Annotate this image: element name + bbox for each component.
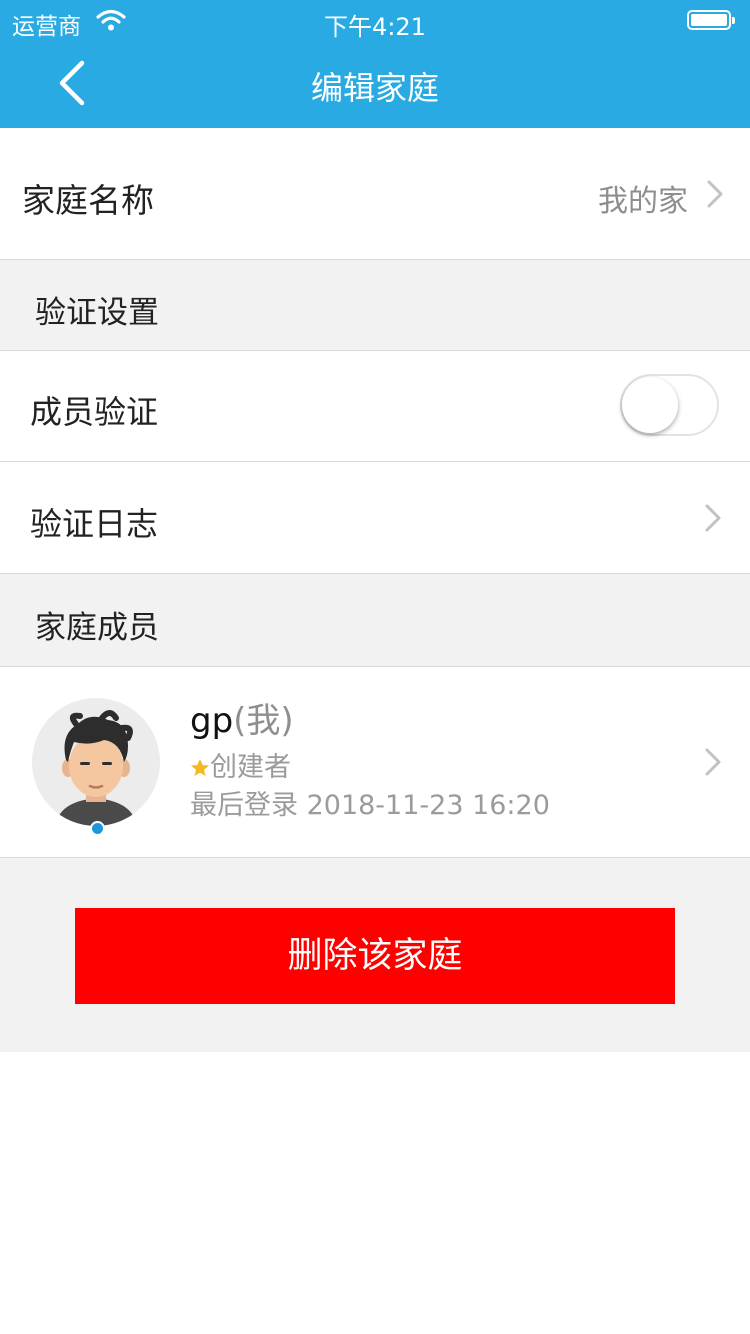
members-section-title: 家庭成员: [35, 610, 159, 646]
members-section-header: 家庭成员: [0, 574, 750, 667]
family-name-label: 家庭名称: [22, 181, 154, 220]
avatar-illustration: [56, 710, 136, 826]
star-icon: [191, 759, 209, 776]
nav-bar: 运营商 下午4:21 编辑家庭: [0, 0, 750, 128]
chevron-right-icon: [705, 748, 721, 776]
avatar: [32, 698, 160, 826]
member-name: gp(我): [190, 693, 294, 742]
status-bar: 运营商 下午4:21: [0, 0, 750, 41]
verify-log-row[interactable]: 验证日志: [0, 462, 750, 574]
chevron-right-icon: [705, 504, 721, 532]
chevron-right-icon: [707, 180, 723, 208]
battery-icon: [687, 10, 735, 30]
verify-section-header: 验证设置: [0, 260, 750, 351]
member-role-text: 创建者: [210, 752, 291, 783]
verify-section-title: 验证设置: [35, 295, 159, 331]
member-name-text: gp: [190, 701, 234, 741]
status-time: 下午4:21: [324, 13, 426, 41]
member-role: 创建者: [190, 745, 291, 784]
action-area: 删除该家庭: [0, 858, 750, 1052]
member-last-login: 最后登录 2018-11-23 16:20: [190, 790, 550, 821]
family-name-row[interactable]: 家庭名称 我的家: [0, 128, 750, 260]
member-self-tag: (我): [233, 701, 294, 741]
family-name-value: 我的家: [598, 184, 688, 219]
member-verify-row: 成员验证: [0, 351, 750, 462]
member-verify-toggle[interactable]: [620, 374, 719, 436]
online-status-dot: [90, 821, 105, 836]
delete-family-button[interactable]: 删除该家庭: [75, 908, 675, 1004]
member-row[interactable]: gp(我) 创建者 最后登录 2018-11-23 16:20: [0, 667, 750, 858]
verify-log-label: 验证日志: [30, 505, 159, 543]
member-verify-label: 成员验证: [30, 393, 159, 431]
page-title: 编辑家庭: [310, 69, 439, 107]
toggle-knob: [622, 377, 678, 433]
